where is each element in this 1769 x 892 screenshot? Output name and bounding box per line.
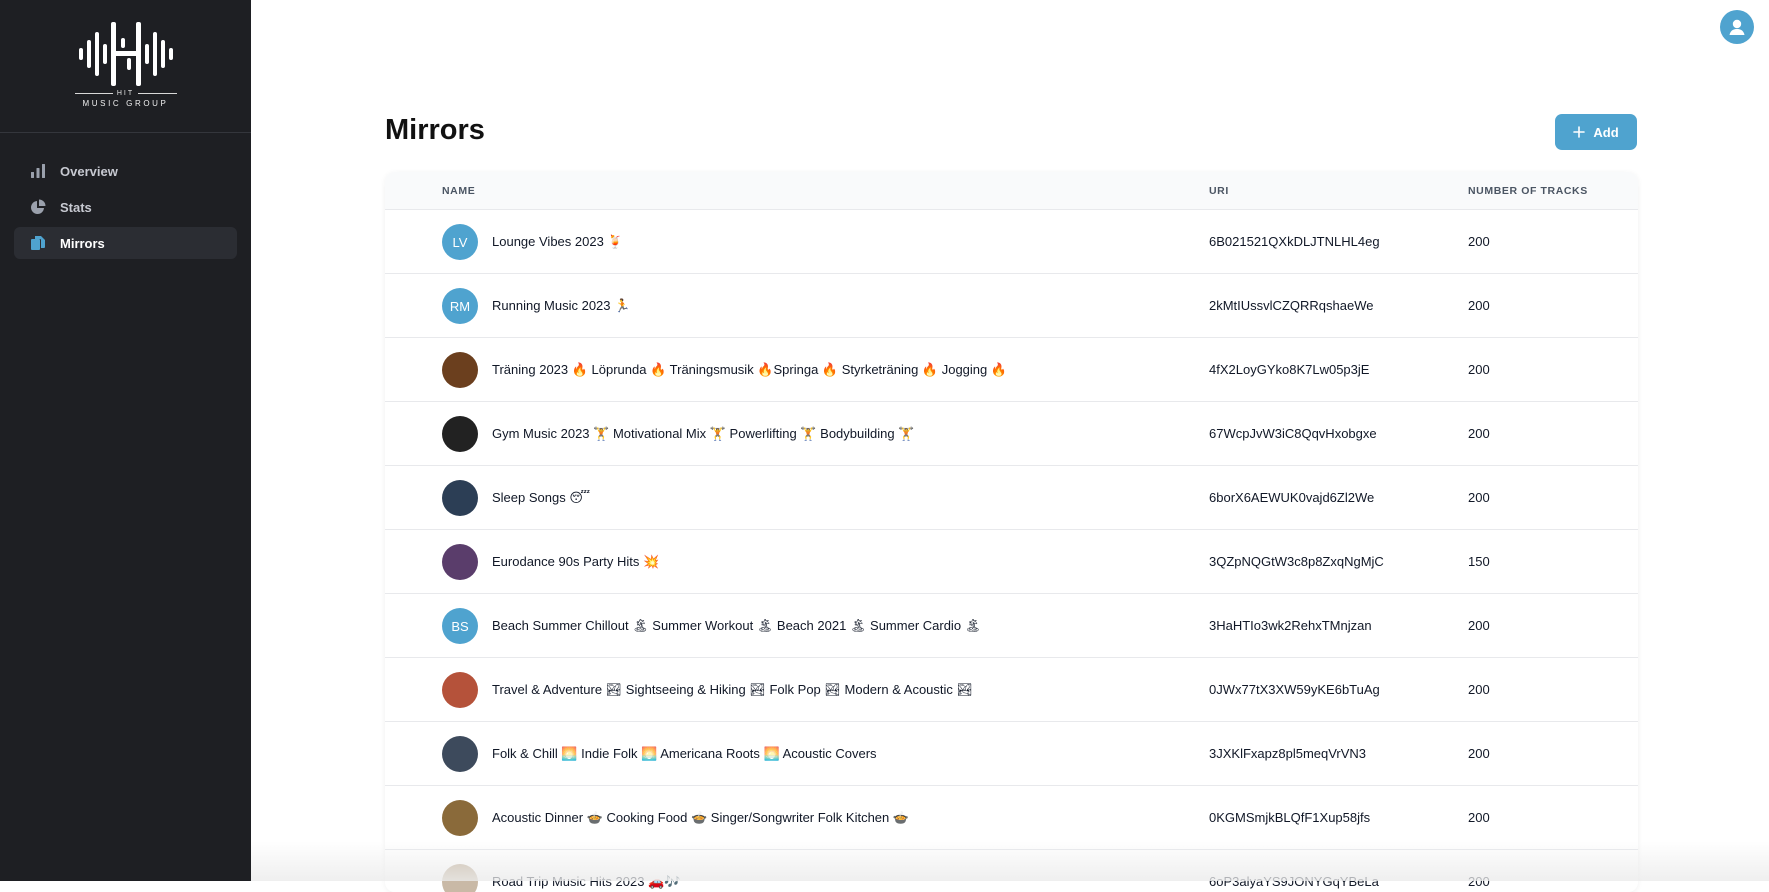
brand-logo[interactable]: HIT MUSIC GROUP xyxy=(0,0,251,133)
playlist-uri: 4fX2LoyGYko8K7Lw05p3jE xyxy=(1209,362,1370,377)
playlist-avatar: LV xyxy=(442,224,478,260)
bar-chart-icon xyxy=(31,164,45,178)
playlist-name: Lounge Vibes 2023 🍹 xyxy=(492,234,624,249)
playlist-uri: 67WcpJvW3iC8QqvHxobgxe xyxy=(1209,426,1377,441)
documents-icon xyxy=(31,236,45,250)
track-count: 200 xyxy=(1468,682,1490,697)
playlist-uri: 3JXKlFxapz8pl5meqVrVN3 xyxy=(1209,746,1367,761)
track-count: 200 xyxy=(1468,810,1490,825)
column-header-number-of-tracks[interactable]: NUMBER OF TRACKS xyxy=(1468,185,1588,197)
playlist-avatar xyxy=(442,352,478,388)
playlist-uri: 0KGMSmjkBLQfF1Xup58jfs xyxy=(1209,810,1371,825)
table-row[interactable]: Acoustic Dinner 🍲 Cooking Food 🍲 Singer/… xyxy=(385,785,1638,849)
logo-divider: HIT xyxy=(74,90,177,97)
table-row[interactable]: Travel & Adventure 🏞 Sightseeing & Hikin… xyxy=(385,657,1638,721)
track-count: 200 xyxy=(1468,426,1490,441)
sidebar-item-mirrors[interactable]: Mirrors xyxy=(14,227,237,259)
playlist-avatar: BS xyxy=(442,608,478,644)
track-count: 200 xyxy=(1468,874,1490,889)
playlist-uri: 3HaHTIo3wk2RehxTMnjzan xyxy=(1209,618,1372,633)
playlist-uri: 2kMtIUssvlCZQRRqshaeWe xyxy=(1209,298,1374,313)
playlist-uri: 6B021521QXkDLJTNLHL4eg xyxy=(1209,234,1380,249)
sidebar-item-label: Overview xyxy=(60,163,118,179)
logo-bottom-text: MUSIC GROUP xyxy=(82,99,169,108)
plus-icon xyxy=(1573,126,1586,138)
track-count: 150 xyxy=(1468,554,1490,569)
sidebar-item-stats[interactable]: Stats xyxy=(14,191,237,223)
track-count: 200 xyxy=(1468,362,1490,377)
sidebar: HIT MUSIC GROUP Overview Stats Mirrors xyxy=(0,0,251,881)
add-button-label: Add xyxy=(1593,124,1619,140)
table-row[interactable]: LV Lounge Vibes 2023 🍹 6B021521QXkDLJTNLHL… xyxy=(385,209,1638,273)
playlist-uri: 3QZpNQGtW3c8p8ZxqNgMjC xyxy=(1209,554,1384,569)
track-count: 200 xyxy=(1468,746,1490,761)
track-count: 200 xyxy=(1468,234,1490,249)
playlist-uri: 6borX6AEWUK0vajd6Zl2We xyxy=(1209,490,1375,505)
playlist-name: Acoustic Dinner 🍲 Cooking Food 🍲 Singer/… xyxy=(492,810,910,825)
playlist-uri: 0JWx77tX3XW59yKE6bTuAg xyxy=(1209,682,1380,697)
logo-top-text: HIT xyxy=(116,90,135,97)
user-menu-button[interactable] xyxy=(1720,10,1754,44)
playlist-name: Gym Music 2023 🏋 Motivational Mix 🏋 Powe… xyxy=(492,426,915,441)
track-count: 200 xyxy=(1468,618,1490,633)
table-row[interactable]: Eurodance 90s Party Hits 💥 3QZpNQGtW3c8p8… xyxy=(385,529,1638,593)
table-row[interactable]: Folk & Chill 🌅 Indie Folk 🌅 Americana Ro… xyxy=(385,721,1638,785)
main-content: Mirrors Add NAME URI NUMBER OF TRACKS LV… xyxy=(251,0,1769,892)
sidebar-item-label: Stats xyxy=(60,199,92,215)
playlist-name: Folk & Chill 🌅 Indie Folk 🌅 Americana Ro… xyxy=(492,746,877,761)
sidebar-item-overview[interactable]: Overview xyxy=(14,155,237,187)
playlist-avatar xyxy=(442,800,478,836)
playlist-avatar xyxy=(442,416,478,452)
playlist-avatar xyxy=(442,736,478,772)
table-header: NAME URI NUMBER OF TRACKS xyxy=(385,172,1638,209)
playlist-avatar: RM xyxy=(442,288,478,324)
playlist-avatar xyxy=(442,544,478,580)
playlist-name: Eurodance 90s Party Hits 💥 xyxy=(492,554,660,569)
table-row[interactable]: Sleep Songs 😴 6borX6AEWUK0vajd6Zl2We 200 xyxy=(385,465,1638,529)
sidebar-nav: Overview Stats Mirrors xyxy=(0,133,251,259)
table-row[interactable]: BS Beach Summer Chillout 🏝 Summer Workout… xyxy=(385,593,1638,657)
table-body: LV Lounge Vibes 2023 🍹 6B021521QXkDLJTNLHL… xyxy=(385,209,1638,892)
table-row[interactable]: Road Trip Music Hits 2023 🚗🎶 6oP3alyaYS9J… xyxy=(385,849,1638,892)
playlist-name: Road Trip Music Hits 2023 🚗🎶 xyxy=(492,874,681,889)
playlist-name: Running Music 2023 🏃 xyxy=(492,298,631,313)
sidebar-item-label: Mirrors xyxy=(60,235,105,251)
playlist-name: Sleep Songs 😴 xyxy=(492,490,591,505)
table-row[interactable]: Träning 2023 🔥 Löprunda 🔥 Träningsmusik … xyxy=(385,337,1638,401)
page-title: Mirrors xyxy=(385,114,485,146)
logo-waveform-icon xyxy=(78,22,173,86)
table-row[interactable]: RM Running Music 2023 🏃 2kMtIUssvlCZQRRqsh… xyxy=(385,273,1638,337)
add-button[interactable]: Add xyxy=(1555,114,1637,150)
playlist-avatar xyxy=(442,480,478,516)
playlist-avatar xyxy=(442,864,478,892)
playlist-name: Träning 2023 🔥 Löprunda 🔥 Träningsmusik … xyxy=(492,362,1008,377)
playlist-uri: 6oP3alyaYS9JONYGqYBeLa xyxy=(1209,874,1379,889)
table-row[interactable]: Gym Music 2023 🏋 Motivational Mix 🏋 Powe… xyxy=(385,401,1638,465)
column-header-uri[interactable]: URI xyxy=(1209,185,1229,197)
mirrors-table: NAME URI NUMBER OF TRACKS LV Lounge Vibes… xyxy=(385,172,1638,892)
playlist-name: Beach Summer Chillout 🏝 Summer Workout 🏝… xyxy=(492,618,982,633)
track-count: 200 xyxy=(1468,490,1490,505)
column-header-name[interactable]: NAME xyxy=(442,185,475,197)
track-count: 200 xyxy=(1468,298,1490,313)
playlist-name: Travel & Adventure 🏞 Sightseeing & Hikin… xyxy=(492,682,974,697)
user-icon xyxy=(1729,19,1745,35)
playlist-avatar xyxy=(442,672,478,708)
pie-chart-icon xyxy=(31,199,46,214)
